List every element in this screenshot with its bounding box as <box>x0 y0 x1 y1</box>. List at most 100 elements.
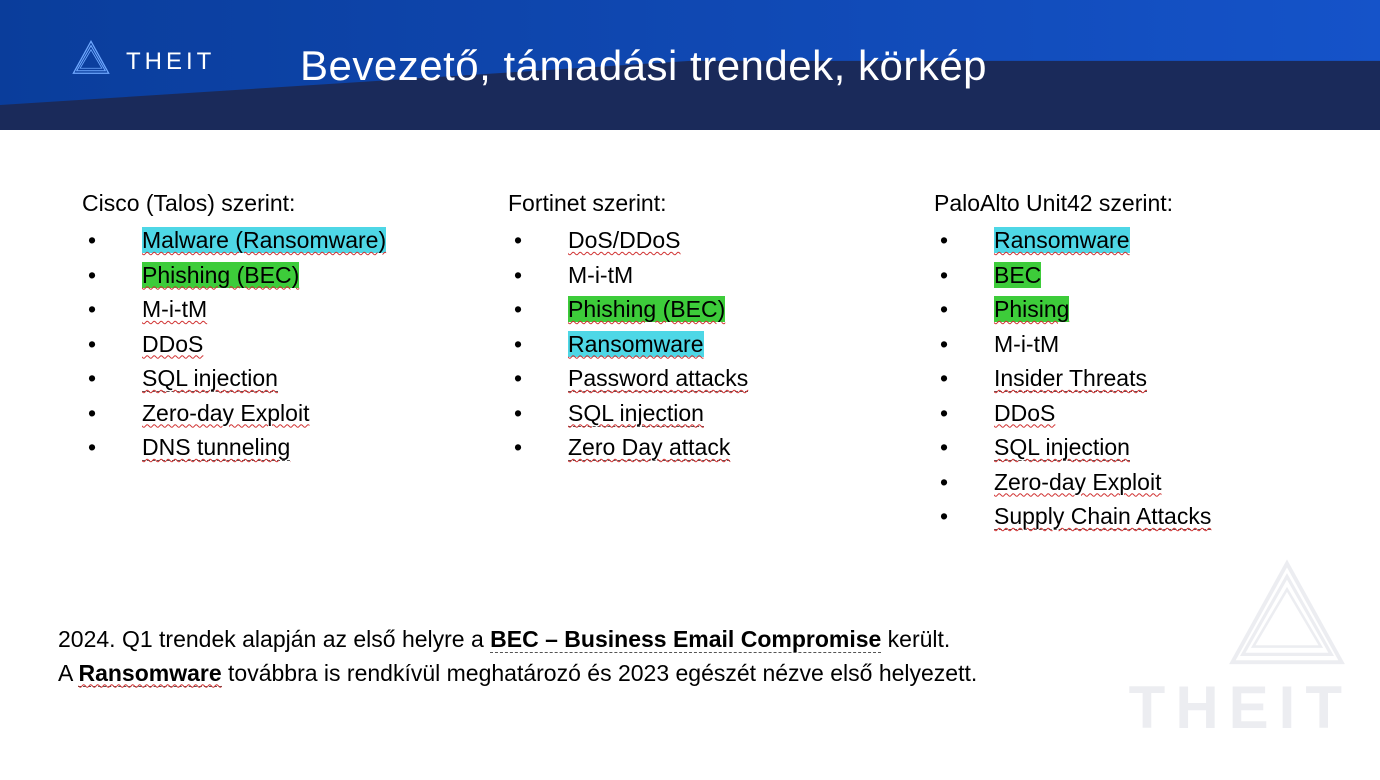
bullet-icon: • <box>934 327 994 362</box>
threat-list: •Malware (Ransomware)•Phishing (BEC)•M-i… <box>82 223 468 465</box>
list-item-label: M-i-tM <box>568 258 633 293</box>
list-item: •DNS tunneling <box>82 430 468 465</box>
bullet-icon: • <box>934 499 994 534</box>
list-item-text: Zero-day Exploit <box>142 400 309 426</box>
list-item: •Password attacks <box>508 361 894 396</box>
footer-line-1: 2024. Q1 trendek alapján az első helyre … <box>58 623 977 656</box>
watermark: THEIT <box>1129 553 1352 742</box>
list-item-text: M-i-tM <box>994 331 1059 357</box>
list-item-text: Insider Threats <box>994 365 1147 392</box>
list-item: •Ransomware <box>508 327 894 362</box>
list-item-text: SQL injection <box>568 400 704 427</box>
list-item-text: DNS tunneling <box>142 434 290 461</box>
list-item-text: DDoS <box>142 331 203 357</box>
brand-logo: THEIT <box>70 38 215 85</box>
list-item-text: SQL injection <box>994 434 1130 461</box>
bullet-icon: • <box>934 396 994 431</box>
list-item-text: Zero-day Exploit <box>994 469 1161 495</box>
bullet-icon: • <box>508 327 568 362</box>
threat-list: •Ransomware•BEC•Phising•M-i-tM•Insider T… <box>934 223 1320 534</box>
bullet-icon: • <box>934 465 994 500</box>
list-item-label: Phishing (BEC) <box>568 292 725 327</box>
footer-text: továbbra is rendkívül meghatározó és 202… <box>222 660 978 686</box>
header: THEIT Bevezető, támadási trendek, körkép <box>0 0 1380 130</box>
list-item-text: Password attacks <box>568 365 748 392</box>
list-item-text: M-i-tM <box>568 262 633 288</box>
bullet-icon: • <box>934 258 994 293</box>
slide: THEIT Bevezető, támadási trendek, körkép… <box>0 0 1380 780</box>
column-heading: PaloAlto Unit42 szerint: <box>934 190 1320 217</box>
list-item-label: BEC <box>994 258 1041 293</box>
threat-list: •DoS/DDoS•M-i-tM•Phishing (BEC)•Ransomwa… <box>508 223 894 465</box>
bullet-icon: • <box>934 430 994 465</box>
column-heading: Cisco (Talos) szerint: <box>82 190 468 217</box>
footer-note: 2024. Q1 trendek alapján az első helyre … <box>58 623 977 690</box>
list-item-text: Phising <box>994 296 1069 322</box>
list-item: •Phishing (BEC) <box>508 292 894 327</box>
list-item-label: SQL injection <box>142 361 278 396</box>
watermark-text: THEIT <box>1129 673 1352 742</box>
list-item-label: Zero Day attack <box>568 430 730 465</box>
list-item: •Malware (Ransomware) <box>82 223 468 258</box>
list-item-label: Ransomware <box>994 223 1130 258</box>
list-item-label: SQL injection <box>568 396 704 431</box>
list-item-label: Zero-day Exploit <box>142 396 309 431</box>
column: Fortinet szerint:•DoS/DDoS•M-i-tM•Phishi… <box>508 190 894 534</box>
bullet-icon: • <box>508 292 568 327</box>
list-item-label: DNS tunneling <box>142 430 290 465</box>
list-item-label: Supply Chain Attacks <box>994 499 1211 534</box>
list-item-text: DoS/DDoS <box>568 227 680 253</box>
list-item-label: DoS/DDoS <box>568 223 680 258</box>
columns: Cisco (Talos) szerint:•Malware (Ransomwa… <box>82 190 1320 534</box>
list-item: •M-i-tM <box>508 258 894 293</box>
list-item: •Zero-day Exploit <box>82 396 468 431</box>
bullet-icon: • <box>82 258 142 293</box>
list-item-label: SQL injection <box>994 430 1130 465</box>
bullet-icon: • <box>82 327 142 362</box>
column: Cisco (Talos) szerint:•Malware (Ransomwa… <box>82 190 468 534</box>
list-item-text: Phishing (BEC) <box>142 262 299 288</box>
bullet-icon: • <box>934 223 994 258</box>
list-item-text: Malware (Ransomware) <box>142 227 386 253</box>
list-item-label: Insider Threats <box>994 361 1147 396</box>
bullet-icon: • <box>508 258 568 293</box>
bullet-icon: • <box>82 292 142 327</box>
list-item-text: BEC <box>994 262 1041 288</box>
bullet-icon: • <box>508 361 568 396</box>
list-item-label: Zero-day Exploit <box>994 465 1161 500</box>
bullet-icon: • <box>82 361 142 396</box>
list-item: •Phishing (BEC) <box>82 258 468 293</box>
list-item-text: Phishing (BEC) <box>568 296 725 322</box>
bullet-icon: • <box>934 361 994 396</box>
list-item-text: Ransomware <box>994 227 1130 253</box>
list-item-label: DDoS <box>142 327 203 362</box>
list-item-label: DDoS <box>994 396 1055 431</box>
list-item-label: Password attacks <box>568 361 748 396</box>
list-item-label: Phishing (BEC) <box>142 258 299 293</box>
list-item-label: Ransomware <box>568 327 704 362</box>
list-item: •Zero Day attack <box>508 430 894 465</box>
bullet-icon: • <box>934 292 994 327</box>
list-item: •Insider Threats <box>934 361 1320 396</box>
list-item-label: M-i-tM <box>142 292 207 327</box>
list-item: •M-i-tM <box>934 327 1320 362</box>
list-item: •BEC <box>934 258 1320 293</box>
footer-text: 2024. Q1 trendek alapján az első helyre … <box>58 626 490 652</box>
list-item: •Ransomware <box>934 223 1320 258</box>
list-item: •SQL injection <box>934 430 1320 465</box>
list-item: •DDoS <box>82 327 468 362</box>
footer-bold: BEC – Business Email Compromise <box>490 626 881 653</box>
footer-text: került. <box>881 626 950 652</box>
bullet-icon: • <box>82 430 142 465</box>
slide-title: Bevezető, támadási trendek, körkép <box>300 42 987 90</box>
list-item: •Zero-day Exploit <box>934 465 1320 500</box>
list-item: •Supply Chain Attacks <box>934 499 1320 534</box>
list-item-label: M-i-tM <box>994 327 1059 362</box>
column-heading: Fortinet szerint: <box>508 190 894 217</box>
footer-bold: Ransomware <box>78 660 221 687</box>
bullet-icon: • <box>82 396 142 431</box>
list-item-label: Phising <box>994 292 1069 327</box>
list-item-text: Ransomware <box>568 331 704 357</box>
list-item: •M-i-tM <box>82 292 468 327</box>
bullet-icon: • <box>508 396 568 431</box>
